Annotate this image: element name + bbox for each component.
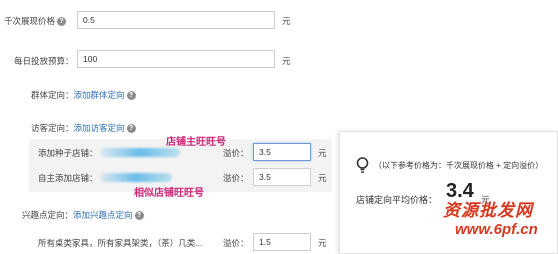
add-crowd-targeting-link[interactable]: 添加群体定向 — [74, 90, 125, 100]
self-shop-bid-label: 溢价： — [223, 173, 249, 183]
seed-shop-bid-input[interactable]: 3.5 — [253, 143, 311, 161]
self-shop-unit: 元 — [318, 173, 327, 183]
shop-wangwang-annotation: 店铺主旺旺号 — [166, 137, 226, 148]
cpm-label: 千次展现价格? — [4, 15, 67, 27]
average-price-label: 店铺定向平均价格： — [356, 195, 438, 205]
reference-price-hint: （以下参考价格为：千次展现价格 + 定向溢价） — [374, 161, 544, 170]
help-icon[interactable]: ? — [126, 124, 136, 134]
interest-targeting-label: 兴趣点定向： — [22, 210, 74, 220]
self-shop-bid-input[interactable]: 3.5 — [253, 168, 311, 186]
cpm-unit: 元 — [282, 16, 291, 26]
crowd-targeting-row: 群体定向：添加群体定向? — [31, 89, 136, 101]
self-shop-label: 自主添加店铺： — [38, 173, 98, 183]
visitor-targeting-row: 访客定向：添加访客定向? — [31, 122, 136, 134]
watermark-title: 资源批发网 — [443, 201, 533, 220]
help-icon[interactable]: ? — [134, 211, 144, 221]
daily-budget-label: 每日投放预算： — [14, 56, 74, 66]
daily-budget-unit: 元 — [282, 56, 291, 66]
help-icon[interactable]: ? — [126, 91, 136, 101]
similar-wangwang-annotation: 相似店铺旺旺号 — [134, 188, 204, 199]
add-visitor-targeting-link[interactable]: 添加访客定向 — [74, 123, 125, 133]
cpm-input[interactable]: 0.5 — [77, 11, 275, 29]
interest-item-bid-input[interactable]: 1.5 — [253, 233, 311, 251]
add-interest-targeting-link[interactable]: 添加兴趣点定向 — [73, 210, 133, 220]
redacted-shop-name — [100, 148, 180, 157]
seed-shop-label: 添加种子店铺： — [38, 148, 98, 158]
lightbulb-icon — [356, 157, 369, 173]
seed-shop-unit: 元 — [318, 148, 327, 158]
redacted-shop-name — [100, 173, 172, 182]
interest-item-label: 所有桌类家具，所有家具架类，（茶）几类... — [38, 238, 203, 248]
cpm-label-text: 千次展现价格 — [4, 16, 56, 26]
visitor-targeting-label: 访客定向： — [31, 123, 74, 133]
watermark-url: www.6pf.cn — [455, 221, 538, 238]
interest-item-bid-label: 溢价： — [223, 238, 249, 248]
crowd-targeting-label: 群体定向： — [31, 90, 74, 100]
daily-budget-input[interactable]: 100 — [77, 50, 275, 68]
seed-shop-bid-label: 溢价： — [223, 148, 249, 158]
interest-item-unit: 元 — [318, 238, 327, 248]
interest-targeting-row: 兴趣点定向：添加兴趣点定向? — [22, 209, 144, 221]
help-icon[interactable]: ? — [57, 17, 67, 27]
